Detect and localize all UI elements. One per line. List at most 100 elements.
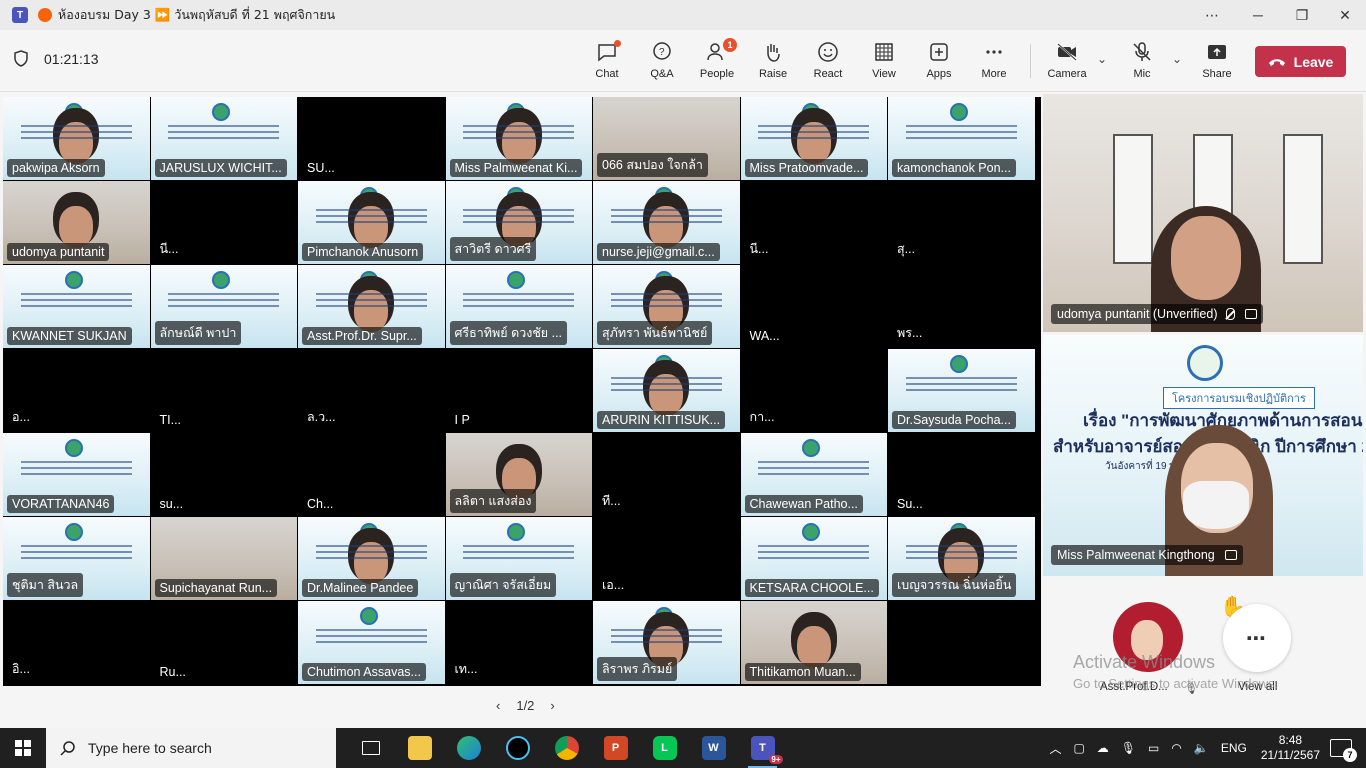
participant-tile[interactable]: SU... (298, 97, 445, 180)
participant-tile[interactable]: Chutimon Assavas... (298, 601, 445, 684)
participant-tile[interactable]: เอ... (593, 517, 740, 600)
participant-tile[interactable]: ลิราพร ภิรมย์ (593, 601, 740, 684)
participant-tile[interactable]: Dr.Malinee Pandee (298, 517, 445, 600)
participant-tile[interactable]: WA... (740, 265, 887, 348)
language-indicator[interactable]: ENG (1221, 741, 1247, 755)
participant-tile[interactable]: ศรีธาทิพย์ ดวงชัย ... (445, 265, 592, 348)
ellipsis-icon (986, 50, 1002, 54)
participant-tile[interactable]: กา... (740, 349, 887, 432)
participant-tile[interactable]: Chawewan Patho... (740, 433, 887, 516)
start-button[interactable] (0, 728, 46, 768)
wifi-icon[interactable]: ◠ (1171, 741, 1181, 755)
microphone-icon[interactable]: 🎙 (1121, 741, 1136, 755)
participant-name: pakwipa Aksorn (7, 159, 105, 177)
participant-name: นี... (154, 237, 184, 261)
pinned-video-bottom[interactable]: โครงการอบรมเชิงปฏิบัติการ เรื่อง "การพัฒ… (1043, 335, 1363, 576)
file-explorer-button[interactable] (395, 728, 444, 768)
close-button[interactable]: ✕ (1323, 0, 1366, 30)
notification-center-button[interactable]: 7 (1330, 739, 1357, 762)
react-button[interactable]: React (802, 40, 854, 86)
participant-tile[interactable]: ล.ว... (298, 349, 445, 432)
minimize-button[interactable]: ─ (1236, 0, 1280, 30)
webex-button[interactable] (493, 728, 542, 768)
chat-button[interactable]: Chat (581, 40, 633, 86)
participant-tile[interactable]: ญาณิศา จรัสเอี่ยม (445, 517, 592, 600)
participant-tile[interactable]: อิ... (3, 601, 150, 684)
more-button[interactable]: More (968, 40, 1020, 86)
line-button[interactable]: L (640, 728, 689, 768)
chrome-button[interactable] (542, 728, 591, 768)
participant-tile[interactable]: 066 สมปอง ใจกล้า (593, 97, 740, 180)
camera-options-chevron-icon[interactable]: ⌄ (1097, 52, 1107, 66)
pager-prev-button[interactable]: ‹ (496, 698, 500, 713)
mic-options-chevron-icon[interactable]: ⌄ (1172, 52, 1182, 66)
participant-tile[interactable]: Thitikamon Muan... (740, 601, 887, 684)
participant-tile[interactable]: Miss Palmweenat Ki... (445, 97, 592, 180)
participant-tile[interactable]: Supichayanat Run... (150, 517, 297, 600)
participant-face (354, 290, 389, 332)
participant-tile[interactable]: I P (445, 349, 592, 432)
participant-tile[interactable]: นี... (740, 181, 887, 264)
camera-label: Camera (1047, 68, 1087, 80)
taskbar-search-input[interactable]: Type here to search (46, 728, 336, 768)
mic-button[interactable]: Mic (1116, 40, 1168, 86)
participant-tile[interactable]: KETSARA CHOOLE... (740, 517, 887, 600)
pinned-video-top[interactable]: udomya puntanit (Unverified) (1043, 94, 1363, 332)
participant-tile[interactable]: Ch... (298, 433, 445, 516)
teams-button[interactable]: T 9+ (738, 728, 787, 768)
qa-button[interactable]: ? Q&A (636, 40, 688, 86)
share-button[interactable]: Share (1191, 40, 1243, 86)
clock[interactable]: 8:48 21/11/2567 (1261, 733, 1320, 763)
participant-tile[interactable]: พร... (888, 265, 1035, 348)
leave-button[interactable]: Leave (1255, 46, 1346, 77)
participant-tile[interactable]: อ... (3, 349, 150, 432)
participant-tile[interactable]: JARUSLUX WICHIT... (150, 97, 297, 180)
participant-tile[interactable]: pakwipa Aksorn (3, 97, 150, 180)
word-button[interactable]: W (689, 728, 738, 768)
participant-tile[interactable]: Ru... (150, 601, 297, 684)
participant-tile[interactable]: นี... (150, 181, 297, 264)
onedrive-icon[interactable]: ☁ (1097, 741, 1109, 755)
participant-name: เอ... (597, 573, 630, 597)
participant-tile[interactable]: ที... (593, 433, 740, 516)
participant-tile[interactable]: ลลิตา แสงส่อง (445, 433, 592, 516)
participant-tile[interactable]: Pimchanok Anusorn (298, 181, 445, 264)
chevron-up-icon[interactable]: ︿ (1049, 740, 1061, 757)
participant-tile[interactable]: udomya puntanit (3, 181, 150, 264)
battery-icon[interactable]: ▭ (1148, 741, 1159, 755)
participant-tile[interactable]: VORATTANAN46 (3, 433, 150, 516)
more-options-button[interactable]: ⋯ (1190, 0, 1234, 30)
people-button[interactable]: 1 People (691, 38, 743, 86)
participant-tile[interactable]: Miss Pratoomvade... (740, 97, 887, 180)
participant-name: Pimchanok Anusorn (302, 243, 424, 261)
participant-tile[interactable]: KWANNET SUKJAN (3, 265, 150, 348)
participant-tile[interactable]: ลักษณ์ดี พาปา (150, 265, 297, 348)
participant-tile[interactable]: Su... (888, 433, 1035, 516)
participant-tile[interactable]: เบญจวรรณ ฉิ่นห่อยิ้น (888, 517, 1035, 600)
task-view-button[interactable] (346, 728, 395, 768)
pager-next-button[interactable]: › (550, 698, 554, 713)
edge-button[interactable] (444, 728, 493, 768)
participant-tile[interactable]: kamonchanok Pon... (888, 97, 1035, 180)
participant-tile[interactable]: su... (150, 433, 297, 516)
raise-hand-button[interactable]: Raise (747, 40, 799, 86)
participant-tile[interactable]: สุภัทรา พันธ์พานิชย์ (593, 265, 740, 348)
participant-tile[interactable]: สาวิตรี ดาวศรี (445, 181, 592, 264)
participant-tile[interactable]: ARURIN KITTISUK... (593, 349, 740, 432)
view-button[interactable]: View (858, 40, 910, 86)
participant-tile[interactable]: ชุติมา สินวล (3, 517, 150, 600)
volume-icon[interactable]: 🔈 (1194, 741, 1209, 755)
powerpoint-button[interactable]: P (591, 728, 640, 768)
meet-now-icon[interactable]: ▢ (1073, 741, 1084, 755)
camera-button[interactable]: Camera (1041, 40, 1093, 86)
participant-tile[interactable]: เท... (445, 601, 592, 684)
participant-tile[interactable]: TI... (150, 349, 297, 432)
apps-button[interactable]: Apps (913, 40, 965, 86)
activate-windows-watermark: Activate Windows Go to Settings to activ… (1073, 652, 1278, 691)
participant-tile[interactable]: สุ... (888, 181, 1035, 264)
restore-button[interactable]: ❐ (1280, 0, 1324, 30)
participant-tile[interactable]: nurse.jeji@gmail.c... (593, 181, 740, 264)
participant-tile[interactable]: Asst.Prof.Dr. Supr... (298, 265, 445, 348)
participant-name: JARUSLUX WICHIT... (154, 159, 287, 177)
participant-tile[interactable]: Dr.Saysuda Pocha... (888, 349, 1035, 432)
